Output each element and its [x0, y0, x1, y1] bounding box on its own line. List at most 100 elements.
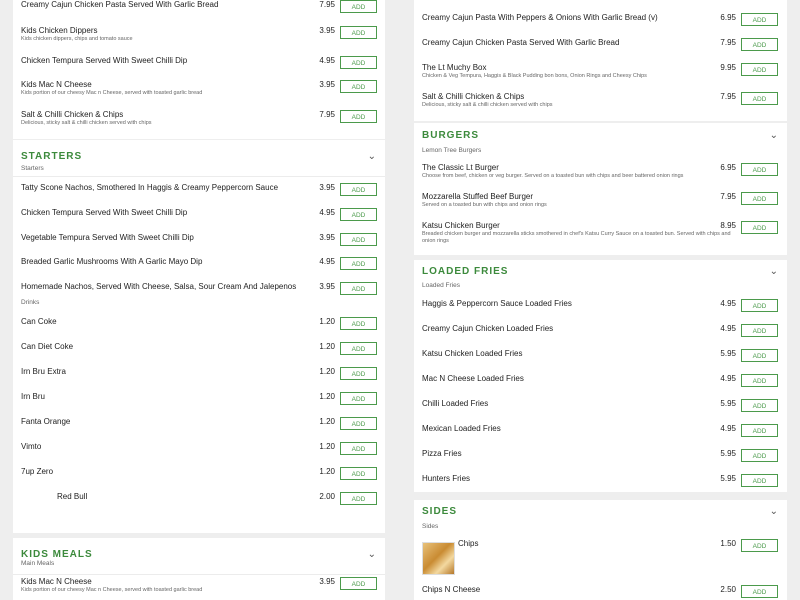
- item-price: 4.95: [319, 56, 335, 65]
- chips-photo: [422, 542, 455, 575]
- add-button[interactable]: ADD: [340, 467, 377, 480]
- item-name: Pizza Fries: [422, 449, 462, 458]
- add-button[interactable]: ADD: [340, 317, 377, 330]
- section-header[interactable]: KIDS MEALS ⌄: [13, 538, 385, 575]
- add-button[interactable]: ADD: [340, 0, 377, 13]
- add-button[interactable]: ADD: [340, 183, 377, 196]
- chevron-down-icon[interactable]: ⌄: [770, 130, 778, 141]
- menu-item: Mac N Cheese Loaded Fries 4.95 ADD: [414, 371, 787, 396]
- add-button[interactable]: ADD: [741, 13, 778, 26]
- add-button[interactable]: ADD: [340, 577, 377, 590]
- add-button[interactable]: ADD: [741, 374, 778, 387]
- item-name: 7up Zero: [21, 467, 54, 476]
- menu-card-continued: Creamy Cajun Pasta With Peppers & Onions…: [414, 0, 787, 121]
- item-name: Salt & Chilli Chicken & Chips: [21, 110, 124, 119]
- item-description: Delicious, sticky salt & chilli chicken …: [422, 102, 553, 108]
- item-price: 3.95: [319, 233, 335, 242]
- add-button[interactable]: ADD: [340, 367, 377, 380]
- menu-item: Hunters Fries 5.95 ADD: [414, 471, 787, 492]
- menu-item: Creamy Cajun Chicken Pasta Served With G…: [414, 35, 787, 60]
- item-name: Chilli Loaded Fries: [422, 399, 489, 408]
- item-name: Chips: [458, 539, 479, 548]
- chevron-down-icon[interactable]: ⌄: [770, 266, 778, 277]
- section-subtitle: Lemon Tree Burgers: [422, 147, 482, 154]
- item-name: Irn Bru Extra: [21, 367, 66, 376]
- item-name: Breaded Garlic Mushrooms With A Garlic M…: [21, 257, 203, 266]
- add-button[interactable]: ADD: [340, 442, 377, 455]
- section-title: STARTERS: [21, 151, 83, 162]
- section-title: LOADED FRIES: [422, 266, 509, 277]
- menu-item: Kids Mac N Cheese Kids portion of our ch…: [13, 574, 385, 599]
- section-kids-meals: KIDS MEALS ⌄ Main Meals Kids Mac N Chees…: [13, 538, 385, 600]
- section-header[interactable]: SIDES ⌄: [414, 500, 787, 522]
- add-button[interactable]: ADD: [741, 192, 778, 205]
- menu-item: Salt & Chilli Chicken & Chips Delicious,…: [13, 107, 385, 132]
- item-name: The Classic Lt Burger: [422, 163, 499, 172]
- add-button[interactable]: ADD: [741, 474, 778, 487]
- item-description: Breaded chicken burger and mozzarella st…: [422, 231, 731, 237]
- item-price: 1.20: [319, 417, 335, 426]
- item-price: 3.95: [319, 577, 335, 586]
- item-price: 5.95: [720, 449, 736, 458]
- add-button[interactable]: ADD: [340, 342, 377, 355]
- add-button[interactable]: ADD: [741, 424, 778, 437]
- add-button[interactable]: ADD: [741, 38, 778, 51]
- add-button[interactable]: ADD: [741, 92, 778, 105]
- menu-item: Creamy Cajun Chicken Loaded Fries 4.95 A…: [414, 321, 787, 346]
- item-name: Irn Bru: [21, 392, 46, 401]
- menu-item: Can Diet Coke 1.20 ADD: [13, 339, 385, 364]
- menu-item: Chilli Loaded Fries 5.95 ADD: [414, 396, 787, 421]
- section-title: SIDES: [422, 506, 458, 517]
- menu-item: Irn Bru 1.20 ADD: [13, 389, 385, 414]
- menu-item: The Lt Muchy Box Chicken & Veg Tempura, …: [414, 60, 787, 85]
- add-button[interactable]: ADD: [741, 349, 778, 362]
- item-name: Can Coke: [21, 317, 57, 326]
- menu-item: Pizza Fries 5.95 ADD: [414, 446, 787, 471]
- chevron-down-icon[interactable]: ⌄: [770, 506, 778, 517]
- item-name: Creamy Cajun Pasta With Peppers & Onions…: [422, 13, 658, 22]
- add-button[interactable]: ADD: [340, 257, 377, 270]
- add-button[interactable]: ADD: [340, 26, 377, 39]
- add-button[interactable]: ADD: [340, 492, 377, 505]
- add-button[interactable]: ADD: [741, 324, 778, 337]
- item-price: 7.95: [720, 92, 736, 101]
- chevron-down-icon[interactable]: ⌄: [368, 549, 376, 560]
- add-button[interactable]: ADD: [340, 56, 377, 69]
- section-header[interactable]: LOADED FRIES ⌄: [414, 260, 787, 282]
- add-button[interactable]: ADD: [340, 282, 377, 295]
- item-description: Kids portion of our cheesy Mac n Cheese,…: [21, 587, 203, 593]
- add-button[interactable]: ADD: [340, 417, 377, 430]
- add-button[interactable]: ADD: [741, 449, 778, 462]
- item-name: Fanta Orange: [21, 417, 71, 426]
- item-price: 1.20: [319, 342, 335, 351]
- item-name: Salt & Chilli Chicken & Chips: [422, 92, 525, 101]
- add-button[interactable]: ADD: [741, 63, 778, 76]
- add-button[interactable]: ADD: [741, 399, 778, 412]
- add-button[interactable]: ADD: [340, 80, 377, 93]
- menu-item: Creamy Cajun Chicken Pasta Served With G…: [13, 0, 385, 22]
- menu-item: Irn Bru Extra 1.20 ADD: [13, 364, 385, 389]
- item-price: 3.95: [319, 183, 335, 192]
- add-button[interactable]: ADD: [741, 221, 778, 234]
- add-button[interactable]: ADD: [340, 208, 377, 221]
- item-name: Haggis & Peppercorn Sauce Loaded Fries: [422, 299, 572, 308]
- item-price: 1.20: [319, 317, 335, 326]
- add-button[interactable]: ADD: [741, 299, 778, 312]
- menu-item: Chips N Cheese 2.50 ADD: [414, 582, 787, 600]
- add-button[interactable]: ADD: [340, 392, 377, 405]
- item-price: 7.95: [319, 110, 335, 119]
- chevron-down-icon[interactable]: ⌄: [368, 151, 376, 162]
- add-button[interactable]: ADD: [741, 539, 778, 552]
- item-name: Can Diet Coke: [21, 342, 74, 351]
- section-header[interactable]: STARTERS ⌄: [13, 140, 385, 177]
- item-description: Delicious, sticky salt & chilli chicken …: [21, 120, 152, 126]
- section-subtitle: Loaded Fries: [422, 282, 460, 289]
- add-button[interactable]: ADD: [340, 233, 377, 246]
- item-price: 5.95: [720, 474, 736, 483]
- add-button[interactable]: ADD: [340, 110, 377, 123]
- add-button[interactable]: ADD: [741, 163, 778, 176]
- menu-item: Haggis & Peppercorn Sauce Loaded Fries 4…: [414, 296, 787, 321]
- item-price: 1.20: [319, 367, 335, 376]
- item-name: Chips N Cheese: [422, 585, 481, 594]
- add-button[interactable]: ADD: [741, 585, 778, 598]
